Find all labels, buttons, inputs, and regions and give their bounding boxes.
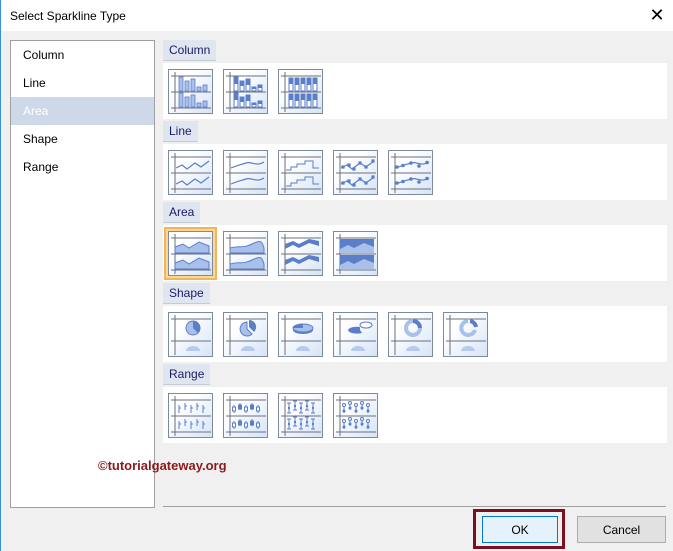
column-basic-icon[interactable]: [168, 69, 213, 114]
watermark: ©tutorialgateway.org: [98, 458, 227, 473]
section-icons-line: [163, 144, 667, 200]
section-icons-range: [163, 387, 667, 443]
section-label: Line: [163, 121, 198, 142]
sparkline-gallery: Column Line Area Shape Range: [163, 40, 667, 445]
doughnut-exploded-icon[interactable]: [443, 312, 488, 357]
column-full-icon[interactable]: [278, 69, 323, 114]
divider: [163, 506, 666, 507]
line-markers-icon[interactable]: [333, 150, 378, 195]
category-area[interactable]: Area: [11, 97, 154, 125]
section-header-column: Column: [163, 40, 667, 62]
category-shape[interactable]: Shape: [11, 125, 154, 153]
section-label: Area: [163, 202, 201, 223]
section-header-area: Area: [163, 202, 667, 224]
pie-icon[interactable]: [168, 312, 213, 357]
section-icons-area: [163, 225, 667, 281]
section-label: Range: [163, 364, 211, 385]
line-smooth-icon[interactable]: [223, 150, 268, 195]
title-bar: Select Sparkline Type ✕: [1, 0, 673, 31]
section-label: Shape: [163, 283, 210, 304]
area-basic-icon[interactable]: [164, 227, 217, 280]
area-smooth-icon[interactable]: [223, 231, 268, 276]
line-smooth-markers-icon[interactable]: [388, 150, 433, 195]
range-candle-icon[interactable]: [223, 393, 268, 438]
range-bar-icon[interactable]: [168, 393, 213, 438]
pie-3d-exploded-icon[interactable]: [333, 312, 378, 357]
section-header-line: Line: [163, 121, 667, 143]
area-band-icon[interactable]: [278, 231, 323, 276]
dialog-title: Select Sparkline Type: [10, 9, 126, 23]
category-list[interactable]: Column Line Area Shape Range: [10, 40, 155, 508]
section-label: Column: [163, 40, 217, 61]
category-column[interactable]: Column: [11, 41, 154, 69]
pie-3d-icon[interactable]: [278, 312, 323, 357]
ok-button[interactable]: OK: [482, 516, 558, 543]
area-full-icon[interactable]: [333, 231, 378, 276]
section-header-shape: Shape: [163, 283, 667, 305]
category-line[interactable]: Line: [11, 69, 154, 97]
section-icons-column: [163, 63, 667, 119]
doughnut-icon[interactable]: [388, 312, 433, 357]
close-icon[interactable]: ✕: [640, 0, 673, 30]
category-range[interactable]: Range: [11, 153, 154, 181]
section-header-range: Range: [163, 364, 667, 386]
column-stacked-icon[interactable]: [223, 69, 268, 114]
range-stock-icon[interactable]: [333, 393, 378, 438]
line-basic-icon[interactable]: [168, 150, 213, 195]
cancel-button[interactable]: Cancel: [577, 516, 666, 543]
section-icons-shape: [163, 306, 667, 362]
line-step-icon[interactable]: [278, 150, 323, 195]
range-errorbar-icon[interactable]: [278, 393, 323, 438]
pie-exploded-icon[interactable]: [223, 312, 268, 357]
